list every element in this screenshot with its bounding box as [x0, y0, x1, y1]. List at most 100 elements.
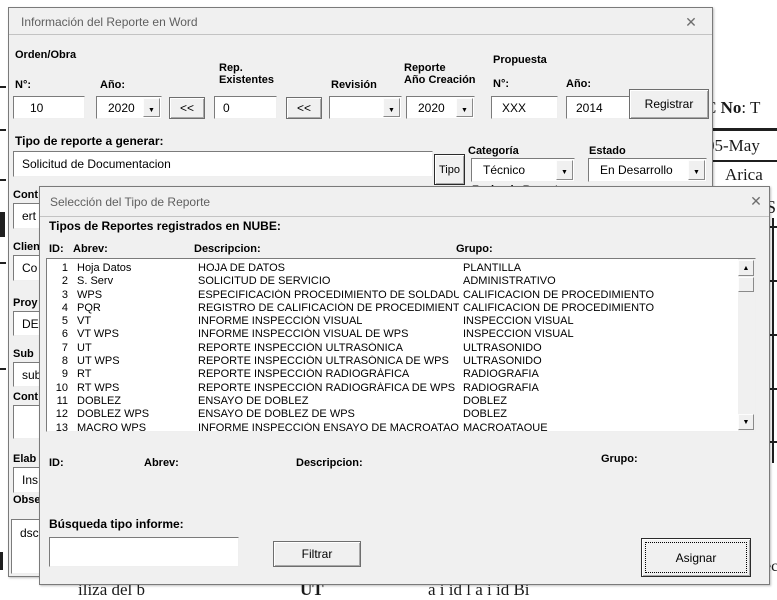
report-type-list[interactable]: 1Hoja DatosHOJA DE DATOSPLANTILLA2 S. Ser…: [46, 258, 756, 432]
list-cell: REGISTRO DE CALIFICACIÓN DE PROCEDIMIENT…: [198, 302, 459, 315]
contratista-label: Cont: [13, 189, 38, 201]
list-cell: INSPECCION VISUAL: [463, 315, 739, 328]
list-cell: DOBLEZ: [463, 408, 739, 421]
detail-descripcion-label: Descripcion:: [296, 457, 363, 469]
reporte-anio-creacion-combobox[interactable]: 2020 ▼: [406, 96, 475, 119]
anio-combobox[interactable]: 2020 ▼: [96, 96, 162, 119]
list-row[interactable]: 7UTREPORTE INSPECCIÓN ULTRASÓNICAULTRASO…: [50, 342, 735, 355]
revision-label: Revisión: [331, 79, 377, 91]
list-row[interactable]: 12DOBLEZ WPSENSAYO DE DOBLEZ DE WPSDOBLE…: [50, 408, 735, 421]
revision-combobox[interactable]: ▼: [329, 96, 402, 119]
anio-label: Año:: [100, 79, 125, 91]
search-input[interactable]: [49, 537, 239, 567]
list-cell: ULTRASONIDO: [463, 355, 739, 368]
tipo-button[interactable]: Tipo: [434, 154, 465, 185]
propuesta-anio-input[interactable]: [566, 96, 630, 119]
estado-combobox[interactable]: En Desarrollo ▼: [588, 158, 707, 182]
doc-text-no: C No: T: [705, 98, 760, 118]
close-icon[interactable]: ✕: [680, 12, 702, 32]
categoria-combobox[interactable]: Técnico ▼: [471, 158, 575, 182]
detail-grupo-label: Grupo:: [601, 453, 638, 465]
prev-button-1[interactable]: <<: [169, 97, 205, 119]
list-cell: DOBLEZ: [463, 395, 739, 408]
list-row[interactable]: 9RTREPORTE INSPECCIÓN RADIOGRÁFICARADIOG…: [50, 368, 735, 381]
header-grupo: Grupo:: [456, 243, 493, 255]
list-cell: RADIOGRAFIA: [463, 368, 739, 381]
dialog-seleccion-tipo-reporte: Selección del Tipo de Reporte ✕ Tipos de…: [39, 186, 770, 585]
asignar-button[interactable]: Asignar: [641, 538, 751, 577]
list-cell: INFORME INSPECCIÓN ENSAYO DE MACROATAQUE…: [198, 422, 459, 432]
list-cell: UT WPS: [77, 355, 195, 368]
header-descripcion: Descripcion:: [194, 243, 261, 255]
list-cell: 10: [50, 382, 68, 395]
list-cell: ENSAYO DE DOBLEZ DE WPS: [198, 408, 459, 421]
doc-border-mark: [0, 262, 6, 264]
list-row[interactable]: 5VTINFORME INSPECCIÓN VISUALINSPECCION V…: [50, 315, 735, 328]
proyecto-label: Proy: [13, 297, 37, 309]
list-cell: PQR: [77, 302, 195, 315]
list-cell: 2: [50, 275, 68, 288]
doc-rule: [712, 160, 777, 162]
list-cell: S. Serv: [77, 275, 195, 288]
propuesta-anio-label: Año:: [566, 78, 591, 90]
doc-border-mark: [0, 368, 6, 370]
tipo-reporte-input[interactable]: [13, 151, 433, 177]
observaciones-label: Obse: [13, 494, 41, 506]
list-cell: UT: [77, 342, 195, 355]
list-row[interactable]: 8UT WPSREPORTE INSPECCIÓN ULTRASÓNICA DE…: [50, 355, 735, 368]
list-cell: 1: [50, 262, 68, 275]
chevron-down-icon[interactable]: ▼: [688, 160, 705, 180]
doc-text-date: 05-May: [706, 136, 760, 156]
prev-button-2[interactable]: <<: [286, 97, 322, 119]
chevron-down-icon[interactable]: ▼: [456, 98, 473, 117]
chevron-down-icon[interactable]: ▼: [383, 98, 400, 117]
doc-border-mark: [0, 552, 3, 570]
list-cell: 6: [50, 328, 68, 341]
categoria-value: Técnico: [483, 163, 525, 177]
scrollbar-thumb[interactable]: [738, 277, 754, 292]
list-cell: REPORTE INSPECCIÓN RADIOGRÁFICA: [198, 368, 459, 381]
list-cell: RT: [77, 368, 195, 381]
reporte-anio-creacion-value: 2020: [418, 101, 445, 115]
scroll-down-icon[interactable]: ▼: [738, 414, 754, 430]
list-cell: DOBLEZ WPS: [77, 408, 195, 421]
list-row[interactable]: 10RT WPSREPORTE INSPECCIÓN RADIOGRÁFICA …: [50, 382, 735, 395]
chevron-down-icon[interactable]: ▼: [143, 98, 160, 117]
list-cell: 12: [50, 408, 68, 421]
detail-id-label: ID:: [49, 457, 64, 469]
categoria-label: Categoría: [468, 145, 519, 157]
filtrar-button[interactable]: Filtrar: [273, 541, 361, 567]
registrar-button[interactable]: Registrar: [629, 89, 709, 119]
list-cell: WPS: [77, 289, 195, 302]
list-scrollbar[interactable]: ▲ ▼: [738, 259, 755, 431]
numero-input[interactable]: [13, 96, 85, 119]
propuesta-label: Propuesta: [493, 54, 547, 66]
list-row[interactable]: 2S. ServSOLICITUD DE SERVICIOADMINISTRAT…: [50, 275, 735, 288]
chevron-down-icon[interactable]: ▼: [556, 160, 573, 180]
list-row[interactable]: 13MACRO WPSINFORME INSPECCIÓN ENSAYO DE …: [50, 422, 735, 432]
list-cell: 9: [50, 368, 68, 381]
anio-value: 2020: [108, 101, 135, 115]
list-row[interactable]: 1Hoja DatosHOJA DE DATOSPLANTILLA: [50, 262, 735, 275]
list-row[interactable]: 11DOBLEZENSAYO DE DOBLEZDOBLEZ: [50, 395, 735, 408]
list-cell: 3: [50, 289, 68, 302]
doc-border-mark: [0, 129, 6, 131]
list-cell: MACROATAQUE: [463, 422, 739, 432]
rep-existentes-input[interactable]: [214, 96, 277, 119]
list-cell: ENSAYO DE DOBLEZ: [198, 395, 459, 408]
propuesta-numero-input[interactable]: [491, 96, 558, 119]
list-row[interactable]: 4PQRREGISTRO DE CALIFICACIÓN DE PROCEDIM…: [50, 302, 735, 315]
list-row[interactable]: 6VT WPSINFORME INSPECCIÓN VISUAL DE WPSI…: [50, 328, 735, 341]
list-cell: 13: [50, 422, 68, 432]
titlebar-separator: [9, 34, 712, 35]
detail-abrev-label: Abrev:: [144, 457, 179, 469]
reporte-anio-creacion-label: ReporteAño Creación: [404, 62, 476, 86]
dialog-title: Información del Reporte en Word: [21, 15, 198, 29]
screen: { "main_dialog": { "title": "Información…: [0, 0, 777, 589]
scroll-up-icon[interactable]: ▲: [738, 260, 754, 276]
orden-obra-label: Orden/Obra: [15, 49, 76, 61]
doc-border-mark: [0, 179, 6, 181]
close-icon[interactable]: ✕: [745, 191, 767, 211]
list-row[interactable]: 3WPSESPECIFICACIÓN PROCEDIMIENTO DE SOLD…: [50, 289, 735, 302]
estado-value: En Desarrollo: [600, 163, 673, 177]
